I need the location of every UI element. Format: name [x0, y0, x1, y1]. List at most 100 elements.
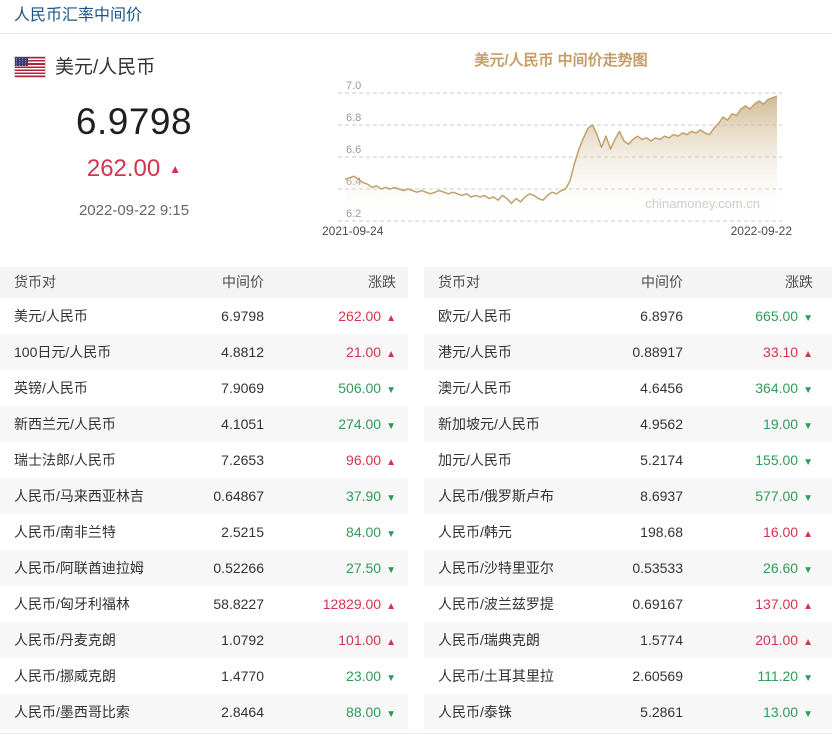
table-row[interactable]: 人民币/墨西哥比索2.846488.00▼: [0, 694, 408, 730]
mid-price-value: 1.4770: [144, 658, 264, 697]
table-row[interactable]: 人民币/瑞典克朗1.5774201.00▲: [424, 622, 832, 658]
table-row[interactable]: 加元/人民币5.2174155.00▼: [424, 442, 832, 478]
change-cell: 19.00▼: [683, 406, 813, 445]
table-row[interactable]: 欧元/人民币6.8976665.00▼: [424, 298, 832, 334]
up-arrow-icon: ▲: [803, 637, 813, 648]
change-value: 37.90: [346, 488, 381, 504]
down-arrow-icon: ▼: [803, 457, 813, 468]
change-cell: 23.00 ▼: [264, 658, 396, 697]
up-arrow-icon: ▲: [803, 349, 813, 360]
column-header-mid-price: 中间价: [144, 267, 264, 298]
down-arrow-icon: ▼: [386, 493, 396, 504]
up-arrow-icon: ▲: [386, 349, 396, 360]
change-value: 33.10: [763, 344, 798, 360]
down-arrow-icon: ▼: [386, 529, 396, 540]
y-tick-label: 6.6: [346, 144, 361, 156]
change-cell: 13.00 ▼: [683, 694, 813, 733]
change-value: 262.00: [338, 308, 381, 324]
down-arrow-icon: ▼: [386, 709, 396, 720]
mid-price-value: 2.5215: [144, 514, 264, 553]
mid-price-value: 2.60569: [563, 658, 683, 697]
change-value: 23.00: [346, 668, 381, 684]
table-row[interactable]: 港元/人民币0.8891733.10▲: [424, 334, 832, 370]
change-value: 88.00: [346, 704, 381, 720]
mid-price-value: 4.1051: [144, 406, 264, 445]
up-arrow-icon: ▲: [803, 529, 813, 540]
change-value: 16.00: [763, 524, 798, 540]
currency-pair-label: 加元/人民币: [438, 442, 563, 481]
table-row[interactable]: 人民币/泰铢5.2861 13.00 ▼: [424, 694, 832, 730]
currency-pair-label: 人民币/俄罗斯卢布: [438, 478, 563, 517]
mid-price-value: 7.2653: [144, 442, 264, 481]
header-divider: [0, 33, 832, 34]
up-arrow-icon: ▲: [386, 313, 396, 324]
down-arrow-icon: ▼: [386, 385, 396, 396]
bottom-divider: [0, 733, 832, 734]
change-value: 155.00: [755, 452, 798, 468]
table-row[interactable]: 人民币/沙特里亚尔0.5353326.60▼: [424, 550, 832, 586]
table-row[interactable]: 人民币/丹麦克朗1.0792101.00▲: [0, 622, 408, 658]
down-arrow-icon: ▼: [803, 673, 813, 684]
column-header-pair: 货币对: [438, 267, 563, 298]
change-value: 13.00: [763, 704, 798, 720]
table-row[interactable]: 英镑/人民币7.9069506.00▼: [0, 370, 408, 406]
currency-pair-label: 新加坡元/人民币: [438, 406, 563, 445]
change-cell: 155.00 ▼: [683, 442, 813, 481]
change-cell: 201.00▲: [683, 622, 813, 661]
table-row[interactable]: 瑞士法郎/人民币7.265396.00▲: [0, 442, 408, 478]
up-arrow-icon: ▲: [386, 457, 396, 468]
change-value: 577.00: [755, 488, 798, 504]
table-row[interactable]: 新加坡元/人民币4.956219.00▼: [424, 406, 832, 442]
down-arrow-icon: ▼: [803, 385, 813, 396]
table-row[interactable]: 人民币/马来西亚林吉特0.6486737.90▼: [0, 478, 408, 514]
mid-price-value: 6.8976: [563, 298, 683, 337]
change-cell: 274.00▼: [264, 406, 396, 445]
change-cell: 33.10 ▲: [683, 334, 813, 373]
table-row[interactable]: 人民币/波兰兹罗提0.69167137.00▲: [424, 586, 832, 622]
change-cell: 364.00▼: [683, 370, 813, 409]
table-row[interactable]: 人民币/土耳其里拉2.60569111.20▼: [424, 658, 832, 694]
chart-watermark: chinamoney.com.cn: [645, 196, 760, 211]
table-row[interactable]: 100日元/人民币4.881221.00▲: [0, 334, 408, 370]
currency-pair-label: 新西兰元/人民币: [14, 406, 144, 445]
mid-price-value: 2.8464: [144, 694, 264, 733]
currency-pair-label: 人民币/泰铢: [438, 694, 563, 733]
table-row[interactable]: 澳元/人民币4.6456364.00▼: [424, 370, 832, 406]
table-row[interactable]: 人民币/阿联酋迪拉姆0.5226627.50▼: [0, 550, 408, 586]
change-value: 26.60: [763, 560, 798, 576]
currency-pair-label: 人民币/南非兰特: [14, 514, 144, 553]
table-row[interactable]: 人民币/匈牙利福林58.822712829.00▲: [0, 586, 408, 622]
change-cell: 16.00 ▲: [683, 514, 813, 553]
currency-pair-label: 港元/人民币: [438, 334, 563, 373]
mid-price-value: 198.68: [563, 514, 683, 553]
change-value: 137.00: [755, 596, 798, 612]
table-row[interactable]: 人民币/俄罗斯卢布8.6937577.00▼: [424, 478, 832, 514]
currency-pair-label: 美元/人民币: [14, 298, 144, 337]
fx-table-left: 货币对中间价涨跌美元/人民币6.9798262.00▲100日元/人民币4.88…: [0, 267, 408, 730]
mid-price-value: 1.0792: [144, 622, 264, 661]
table-row[interactable]: 新西兰元/人民币4.1051274.00▼: [0, 406, 408, 442]
trend-chart: 美元/人民币 中间价走势图 7.06.86.66.46.2 chinamoney…: [320, 42, 812, 242]
table-row[interactable]: 人民币/韩元198.6816.00▲: [424, 514, 832, 550]
mid-price-value: 6.9798: [144, 298, 264, 337]
table-row[interactable]: 人民币/南非兰特2.521584.00▼: [0, 514, 408, 550]
mid-price-value: 4.9562: [563, 406, 683, 445]
change-value: 19.00: [763, 416, 798, 432]
down-arrow-icon: ▼: [386, 673, 396, 684]
chart-title: 美元/人民币 中间价走势图: [474, 51, 647, 69]
currency-pair-label: 英镑/人民币: [14, 370, 144, 409]
table-row[interactable]: 美元/人民币6.9798 262.00 ▲: [0, 298, 408, 334]
mid-price-value: 4.6456: [563, 370, 683, 409]
down-arrow-icon: ▼: [386, 421, 396, 432]
table-row[interactable]: 人民币/挪威克朗1.477023.00▼: [0, 658, 408, 694]
up-arrow-icon: ▲: [386, 637, 396, 648]
change-value: 665.00: [755, 308, 798, 324]
down-arrow-icon: ▼: [803, 709, 813, 720]
change-cell: 506.00▼: [264, 370, 396, 409]
y-tick-label: 6.8: [346, 112, 361, 124]
currency-pair-label: 人民币/马来西亚林吉特: [14, 478, 144, 517]
us-flag-icon: [15, 57, 45, 77]
column-header-pair: 货币对: [14, 267, 144, 298]
change-cell: 665.00▼: [683, 298, 813, 337]
mid-price-value: 5.2861: [563, 694, 683, 733]
